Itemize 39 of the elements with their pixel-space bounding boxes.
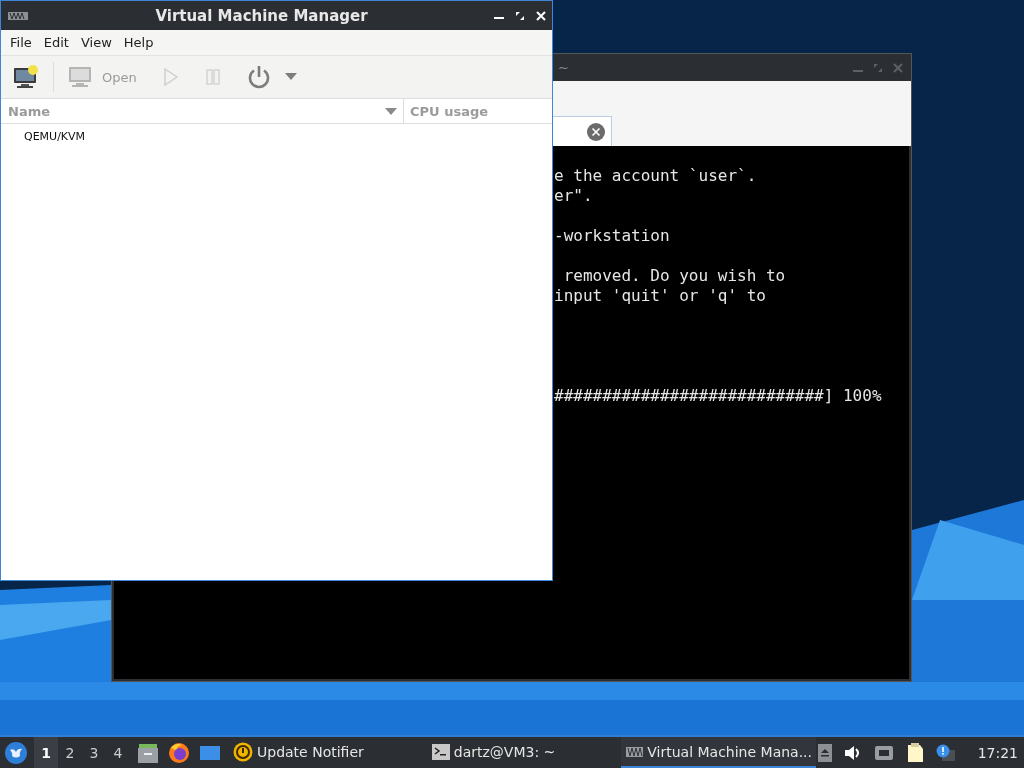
terminal-line: removed. Do you wish to: [562, 266, 786, 285]
network-icon[interactable]: [873, 744, 894, 761]
terminal-icon: [431, 743, 450, 760]
update-notifier-icon: [233, 741, 253, 762]
sort-arrow-icon[interactable]: [385, 107, 397, 115]
clock[interactable]: 17:21: [977, 744, 1018, 761]
volume-icon[interactable]: [843, 744, 862, 761]
clipboard-icon[interactable]: [905, 742, 924, 763]
terminal-line: ############################] 100%: [554, 386, 882, 405]
new-vm-icon[interactable]: [13, 65, 39, 89]
menu-item[interactable]: File: [4, 35, 38, 50]
workspace-button[interactable]: 3: [82, 737, 106, 768]
dropdown-arrow-icon[interactable]: [284, 73, 297, 81]
connection-item[interactable]: QEMU/KVM: [24, 130, 86, 143]
menu-item[interactable]: Help: [117, 35, 160, 50]
window-title: ~: [558, 60, 570, 75]
taskbar-button[interactable]: Update Notifier: [229, 737, 368, 768]
power-icon[interactable]: [246, 65, 271, 89]
eject-icon[interactable]: [817, 743, 832, 762]
terminal-line: er".: [554, 186, 593, 205]
menu-item[interactable]: Edit: [37, 35, 75, 50]
monitor-icon: [68, 66, 92, 88]
taskbar-button[interactable]: dartz@VM3: ~: [427, 737, 560, 768]
terminal-line: -workstation: [554, 226, 670, 245]
start-menu-icon[interactable]: [5, 741, 27, 764]
app-icon: [7, 9, 29, 22]
taskbar-button[interactable]: Virtual Machine Mana...: [621, 737, 816, 768]
terminal-line: input 'quit' or 'q' to: [554, 286, 766, 305]
notification-icon[interactable]: [935, 743, 956, 762]
terminal-tab[interactable]: [552, 116, 612, 146]
file-cabinet-icon[interactable]: [137, 741, 159, 764]
menu-item[interactable]: View: [74, 35, 118, 50]
workspace-button[interactable]: 1: [34, 737, 58, 768]
maximize-icon[interactable]: [515, 10, 525, 21]
workspace-button[interactable]: 2: [58, 737, 82, 768]
window-title: Virtual Machine Manager: [154, 6, 369, 25]
terminal-line: e the account `user`.: [554, 166, 757, 185]
workspace-button[interactable]: 4: [106, 737, 130, 768]
browser-icon[interactable]: [168, 741, 190, 764]
